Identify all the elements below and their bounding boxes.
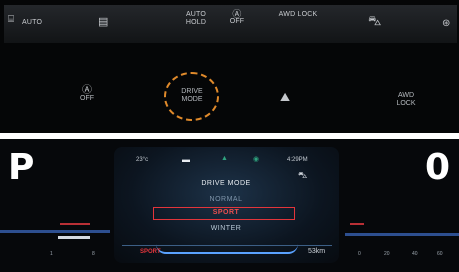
esc-off-label-top: OFF <box>229 18 245 25</box>
drive-mode-highlight-circle <box>164 72 219 121</box>
right-gauge-bar <box>345 233 459 236</box>
clock-readout: 4:29PM <box>287 157 308 163</box>
vehicle-top-icon: ⛍ <box>298 170 308 180</box>
awd-lock-button[interactable]: AWD LOCK <box>386 92 426 114</box>
auto-defrost-label: AUTO <box>22 19 43 26</box>
awd-lock-button-top[interactable]: AWD LOCK <box>278 11 318 35</box>
drive-mode-option-normal[interactable]: NORMAL <box>176 196 276 203</box>
drive-mode-option-winter[interactable]: WINTER <box>176 225 276 232</box>
rear-defrost-icon: ▤ <box>98 16 109 28</box>
right-scale-tick: 60 <box>437 251 443 257</box>
esc-off-button[interactable]: Ⓐ OFF <box>74 85 100 117</box>
steering-wheel-icon: ⊛ <box>442 18 451 29</box>
awd-lock-label-top: AWD LOCK <box>278 11 318 18</box>
temperature-readout: 23°c <box>136 157 149 163</box>
right-scale-tick: 0 <box>358 251 361 257</box>
esc-icon: Ⓐ <box>232 9 242 19</box>
drive-mode-menu-title: DRIVE MODE <box>201 180 251 187</box>
gear-indicator-right: 0 <box>425 147 451 188</box>
mode-badge: SPORT <box>140 249 161 255</box>
steering-heat-button[interactable]: ⊛ <box>442 13 456 29</box>
range-readout: 53km <box>308 248 326 255</box>
lane-assist-icon: ▲ <box>221 155 228 162</box>
right-gauge-red-mark <box>350 223 364 225</box>
car-side-icon: ⛍ <box>368 13 382 28</box>
esc-off-button-top[interactable]: Ⓐ OFF <box>226 10 248 36</box>
right-scale-tick: 20 <box>384 251 390 257</box>
hill-descent-button[interactable]: ⛰ <box>280 88 302 110</box>
gear-indicator-left: P <box>8 147 35 188</box>
rear-defrost-button[interactable]: ▤ <box>98 12 118 30</box>
left-gauge-fill <box>58 236 90 239</box>
auto-hold-label: AUTO HOLD <box>185 11 207 26</box>
hill-descent-icon: ⛰ <box>280 90 291 104</box>
left-scale-tick: 8 <box>92 251 95 257</box>
parking-sensor-button[interactable]: ⛍ <box>368 12 402 30</box>
cruise-icon: ◉ <box>253 156 260 163</box>
left-gauge-red-mark <box>60 223 90 225</box>
drive-mode-option-sport[interactable]: SPORT <box>176 209 276 216</box>
auto-defrost-button[interactable]: ⌸ AUTO <box>8 14 58 30</box>
auto-hold-button[interactable]: AUTO HOLD <box>176 11 216 35</box>
center-baseline <box>122 245 332 246</box>
right-scale-tick: 40 <box>412 251 418 257</box>
car-front-icon: ▬ <box>182 155 190 164</box>
left-gauge-bar <box>0 230 110 233</box>
front-defrost-icon: ⌸ <box>8 14 14 25</box>
awd-lock-label: AWD LOCK <box>396 92 416 107</box>
left-scale-tick: 1 <box>50 251 53 257</box>
esc-off-label: OFF <box>80 95 94 102</box>
esc-icon: Ⓐ <box>82 85 92 96</box>
